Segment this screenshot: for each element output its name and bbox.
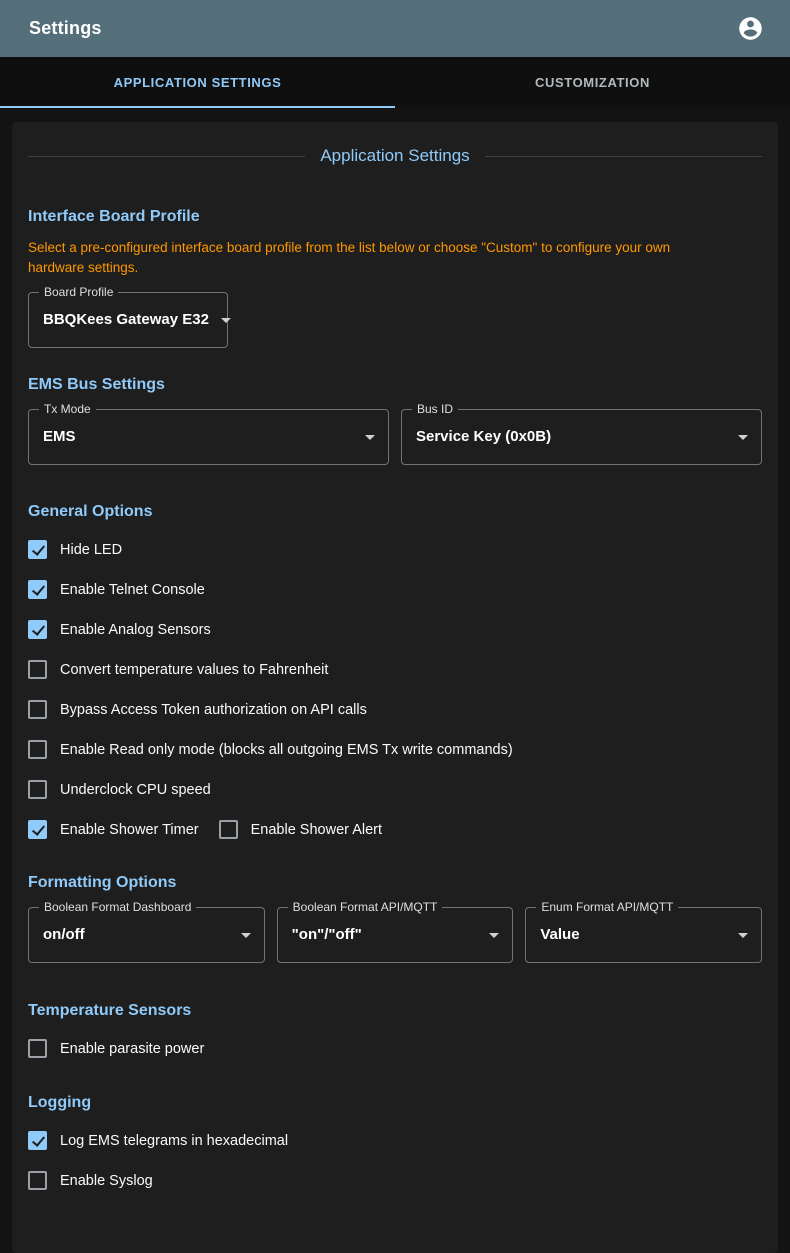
shower-options-row: Enable Shower Timer Enable Shower Alert [28, 818, 762, 842]
board-profile-select[interactable]: Board Profile BBQKees Gateway E32 [28, 292, 228, 348]
select-label: Board Profile [39, 285, 118, 300]
checkbox-log-ems-hex[interactable]: Log EMS telegrams in hexadecimal [28, 1129, 762, 1153]
checkbox-label: Enable Syslog [60, 1173, 153, 1189]
account-circle-icon [737, 15, 764, 42]
section-title-ems-bus: EMS Bus Settings [28, 374, 762, 396]
section-title-formatting-options: Formatting Options [28, 872, 762, 894]
checkbox-icon [28, 820, 47, 839]
panel-heading-text: Application Settings [305, 146, 484, 166]
dropdown-arrow-icon [738, 933, 748, 938]
checkbox-icon [28, 580, 47, 599]
checkbox-label: Log EMS telegrams in hexadecimal [60, 1133, 288, 1149]
checkbox-enable-shower-alert[interactable]: Enable Shower Alert [219, 818, 382, 842]
boolean-format-dashboard-select[interactable]: Boolean Format Dashboard on/off [28, 907, 265, 963]
checkbox-label: Bypass Access Token authorization on API… [60, 702, 367, 718]
enum-format-api-select[interactable]: Enum Format API/MQTT Value [525, 907, 762, 963]
divider-line [485, 156, 762, 157]
dropdown-arrow-icon [738, 435, 748, 440]
checkbox-enable-shower-timer[interactable]: Enable Shower Timer [28, 818, 199, 842]
checkbox-label: Enable Analog Sensors [60, 622, 211, 638]
checkbox-icon [28, 780, 47, 799]
checkbox-label: Enable Read only mode (blocks all outgoi… [60, 742, 513, 758]
settings-panel: Application Settings Interface Board Pro… [12, 122, 778, 1253]
section-title-general-options: General Options [28, 501, 762, 523]
tx-mode-select[interactable]: Tx Mode EMS [28, 409, 389, 465]
logging-list: Log EMS telegrams in hexadecimal Enable … [28, 1129, 762, 1193]
board-profile-description: Select a pre-configured interface board … [28, 238, 728, 278]
dropdown-arrow-icon [365, 435, 375, 440]
select-value: on/off [43, 926, 85, 943]
ems-bus-select-row: Tx Mode EMS Bus ID Service Key (0x0B) [28, 409, 762, 465]
checkbox-label: Hide LED [60, 542, 122, 558]
select-value: "on"/"off" [292, 926, 362, 943]
tab-customization[interactable]: CUSTOMIZATION [395, 57, 790, 108]
tab-bar: APPLICATION SETTINGS CUSTOMIZATION [0, 57, 790, 108]
temperature-sensors-list: Enable parasite power [28, 1037, 762, 1061]
account-button[interactable] [732, 11, 768, 47]
checkbox-icon [219, 820, 238, 839]
checkbox-enable-parasite-power[interactable]: Enable parasite power [28, 1037, 762, 1061]
checkbox-label: Enable Shower Alert [251, 822, 382, 838]
tab-application-settings[interactable]: APPLICATION SETTINGS [0, 57, 395, 108]
select-label: Enum Format API/MQTT [536, 900, 678, 915]
checkbox-label: Convert temperature values to Fahrenheit [60, 662, 328, 678]
checkbox-icon [28, 740, 47, 759]
checkbox-icon [28, 1131, 47, 1150]
checkbox-icon [28, 660, 47, 679]
formatting-select-row: Boolean Format Dashboard on/off Boolean … [28, 907, 762, 963]
dropdown-arrow-icon [241, 933, 251, 938]
checkbox-icon [28, 1171, 47, 1190]
checkbox-icon [28, 700, 47, 719]
active-tab-indicator [0, 106, 395, 108]
boolean-format-api-select[interactable]: Boolean Format API/MQTT "on"/"off" [277, 907, 514, 963]
checkbox-hide-led[interactable]: Hide LED [28, 538, 762, 562]
select-label: Bus ID [412, 402, 458, 417]
checkbox-underclock-cpu[interactable]: Underclock CPU speed [28, 778, 762, 802]
checkbox-icon [28, 1039, 47, 1058]
select-value: EMS [43, 428, 76, 445]
divider-line [28, 156, 305, 157]
dropdown-arrow-icon [221, 318, 231, 323]
checkbox-convert-fahrenheit[interactable]: Convert temperature values to Fahrenheit [28, 658, 762, 682]
checkbox-label: Underclock CPU speed [60, 782, 211, 798]
select-value: Service Key (0x0B) [416, 428, 551, 445]
dropdown-arrow-icon [489, 933, 499, 938]
bus-id-select[interactable]: Bus ID Service Key (0x0B) [401, 409, 762, 465]
checkbox-enable-telnet-console[interactable]: Enable Telnet Console [28, 578, 762, 602]
section-title-temperature-sensors: Temperature Sensors [28, 1000, 762, 1022]
checkbox-icon [28, 620, 47, 639]
select-label: Boolean Format API/MQTT [288, 900, 443, 915]
general-options-list: Hide LED Enable Telnet Console Enable An… [28, 538, 762, 842]
section-title-logging: Logging [28, 1092, 762, 1114]
checkbox-bypass-access-token[interactable]: Bypass Access Token authorization on API… [28, 698, 762, 722]
checkbox-icon [28, 540, 47, 559]
checkbox-label: Enable Shower Timer [60, 822, 199, 838]
page-title: Settings [29, 18, 102, 39]
checkbox-read-only-mode[interactable]: Enable Read only mode (blocks all outgoi… [28, 738, 762, 762]
select-label: Boolean Format Dashboard [39, 900, 196, 915]
checkbox-label: Enable parasite power [60, 1041, 204, 1057]
section-title-board-profile: Interface Board Profile [28, 206, 762, 228]
app-bar: Settings [0, 0, 790, 57]
select-value: Value [540, 926, 579, 943]
panel-heading: Application Settings [28, 146, 762, 166]
checkbox-label: Enable Telnet Console [60, 582, 205, 598]
checkbox-enable-analog-sensors[interactable]: Enable Analog Sensors [28, 618, 762, 642]
select-value: BBQKees Gateway E32 [43, 311, 209, 328]
checkbox-enable-syslog[interactable]: Enable Syslog [28, 1169, 762, 1193]
select-label: Tx Mode [39, 402, 96, 417]
